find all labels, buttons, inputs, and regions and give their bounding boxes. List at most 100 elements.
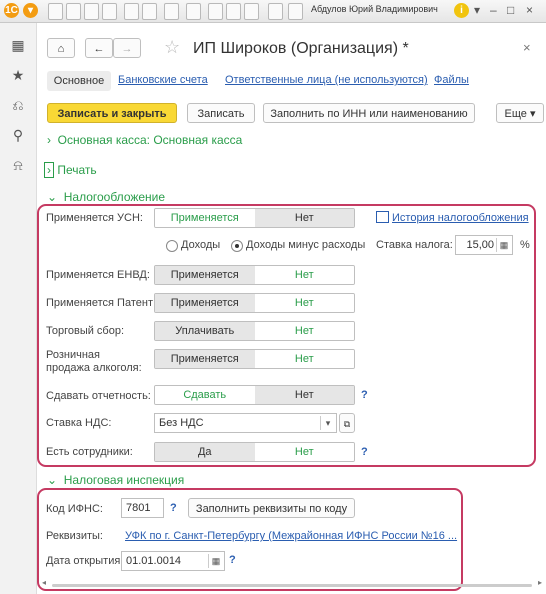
reporting-no-option[interactable]: Нет [254, 386, 354, 404]
inspection-section-title: Налоговая инспекция [63, 473, 185, 487]
tab-main[interactable]: Основное [47, 71, 111, 91]
history-icon[interactable]: ⎌ [0, 97, 36, 114]
inspection-section-toggle[interactable]: ⌄ Налоговая инспекция [47, 473, 184, 487]
trade-fee-label: Торговый сбор: [46, 325, 125, 337]
app-logo-icon[interactable]: 1С [4, 3, 19, 18]
apps-grid-icon[interactable]: ▦ [0, 37, 36, 54]
search-icon[interactable]: ⚲ [0, 127, 36, 144]
patent-toggle[interactable]: Применяется Нет [154, 293, 355, 313]
reporting-yes-option[interactable]: Сдавать [155, 386, 255, 404]
alcohol-no-option[interactable]: Нет [254, 350, 354, 368]
table-icon[interactable] [164, 3, 179, 20]
window-icon[interactable] [288, 3, 303, 20]
tab-bank-accounts[interactable]: Банковские счета [118, 74, 208, 86]
usn-no-option[interactable]: Нет [254, 209, 354, 227]
scroll-right-icon[interactable]: ▸ [538, 578, 542, 587]
info-icon[interactable]: i [454, 3, 469, 18]
print-icon[interactable] [84, 3, 99, 20]
tab-files[interactable]: Файлы [434, 74, 469, 86]
ifns-code-input[interactable]: 7801 [121, 498, 164, 518]
memory-plus-icon[interactable] [226, 3, 241, 20]
tax-history-link[interactable]: История налогообложения [392, 212, 529, 224]
calendar-icon[interactable] [186, 3, 201, 20]
employees-no-option[interactable]: Нет [254, 443, 354, 461]
usn-yes-option[interactable]: Применяется [155, 209, 255, 227]
save-and-close-button[interactable]: Записать и закрыть [47, 103, 177, 123]
copy-icon[interactable] [66, 3, 81, 20]
export-icon[interactable] [142, 3, 157, 20]
tax-section-toggle[interactable]: ⌄ Налогообложение [47, 190, 165, 204]
save-doc-icon[interactable] [48, 3, 63, 20]
calculator-icon[interactable]: ▦ [496, 238, 511, 252]
more-button[interactable]: Еще ▾ [496, 103, 544, 123]
alcohol-label-line2: продажа алкоголя: [46, 362, 142, 374]
income-option-label: Доходы [181, 239, 221, 251]
preview-icon[interactable] [102, 3, 117, 20]
print-section-toggle[interactable]: › Печать [44, 162, 97, 178]
tax-section-title: Налогообложение [63, 190, 166, 204]
upload-icon[interactable] [124, 3, 139, 20]
usn-toggle[interactable]: Применяется Нет [154, 208, 355, 228]
scroll-track[interactable] [52, 584, 532, 587]
patent-yes-option[interactable]: Применяется [155, 294, 255, 312]
income-minus-option-label: Доходы минус расходы [246, 239, 366, 251]
tax-rate-input[interactable]: 15,00 ▦ [455, 235, 513, 255]
page-title: ИП Широков (Организация) * [193, 40, 409, 57]
vat-value: Без НДС [159, 417, 204, 429]
employees-toggle[interactable]: Да Нет [154, 442, 355, 462]
memory-minus-icon[interactable] [244, 3, 259, 20]
window-close-icon[interactable]: × [526, 3, 533, 17]
back-button[interactable]: ← [85, 38, 113, 58]
open-date-help-icon[interactable]: ? [229, 554, 236, 566]
tax-rate-label: Ставка налога: [376, 239, 453, 251]
ifns-help-icon[interactable]: ? [170, 502, 177, 514]
open-date-input[interactable]: 01.01.0014 ▦ [121, 551, 225, 571]
more-label: Еще [504, 108, 527, 120]
current-user[interactable]: Абдулов Юрий Владимирович [311, 4, 438, 14]
alcohol-yes-option[interactable]: Применяется [155, 350, 255, 368]
vat-select[interactable]: Без НДС ▾ [154, 413, 337, 433]
close-form-icon[interactable]: × [523, 40, 531, 55]
fill-by-inn-button[interactable]: Заполнить по ИНН или наименованию [263, 103, 475, 123]
main-menu-icon[interactable]: ▾ [23, 3, 38, 18]
zoom-icon[interactable] [268, 3, 283, 20]
cash-section-toggle[interactable]: › Основная касса: Основная касса [47, 133, 242, 147]
vat-dropdown-icon[interactable]: ▾ [320, 416, 335, 430]
employees-yes-option[interactable]: Да [155, 443, 255, 461]
save-button[interactable]: Записать [187, 103, 255, 123]
envd-toggle[interactable]: Применяется Нет [154, 265, 355, 285]
radio-income-minus[interactable] [231, 240, 243, 252]
employees-help-icon[interactable]: ? [361, 446, 368, 458]
trade-fee-yes-option[interactable]: Уплачивать [155, 322, 255, 340]
envd-label: Применяется ЕНВД: [46, 269, 150, 281]
date-picker-icon[interactable]: ▦ [208, 554, 223, 568]
ifns-code-label: Код ИФНС: [46, 503, 103, 515]
memory-m-icon[interactable] [208, 3, 223, 20]
requisites-label: Реквизиты: [46, 530, 103, 542]
home-button[interactable]: ⌂ [47, 38, 75, 58]
radio-income[interactable] [166, 240, 178, 252]
left-sidebar: ▦ ★ ⎌ ⚲ ⍾ [0, 23, 37, 594]
dropdown-icon[interactable]: ▾ [474, 3, 480, 17]
envd-yes-option[interactable]: Применяется [155, 266, 255, 284]
maximize-icon[interactable]: □ [507, 3, 514, 17]
alcohol-toggle[interactable]: Применяется Нет [154, 349, 355, 369]
trade-fee-no-option[interactable]: Нет [254, 322, 354, 340]
horizontal-scrollbar[interactable]: ◂ ▸ [42, 578, 542, 589]
vat-open-icon[interactable]: ⧉ [339, 413, 355, 433]
envd-no-option[interactable]: Нет [254, 266, 354, 284]
patent-no-option[interactable]: Нет [254, 294, 354, 312]
favorite-star-icon[interactable]: ☆ [164, 37, 180, 58]
reporting-help-icon[interactable]: ? [361, 389, 368, 401]
notifications-bell-icon[interactable]: ⍾ [0, 157, 36, 174]
forward-button[interactable]: → [113, 38, 141, 58]
requisites-link[interactable]: УФК по г. Санкт-Петербургу (Межрайонная … [125, 530, 457, 542]
employees-label: Есть сотрудники: [46, 446, 133, 458]
reporting-toggle[interactable]: Сдавать Нет [154, 385, 355, 405]
fill-by-code-button[interactable]: Заполнить реквизиты по коду [188, 498, 355, 518]
scroll-left-icon[interactable]: ◂ [42, 578, 46, 587]
trade-fee-toggle[interactable]: Уплачивать Нет [154, 321, 355, 341]
minimize-icon[interactable]: – [490, 3, 497, 17]
tab-responsible[interactable]: Ответственные лица (не используются) [225, 74, 428, 86]
favorites-star-icon[interactable]: ★ [0, 67, 36, 84]
